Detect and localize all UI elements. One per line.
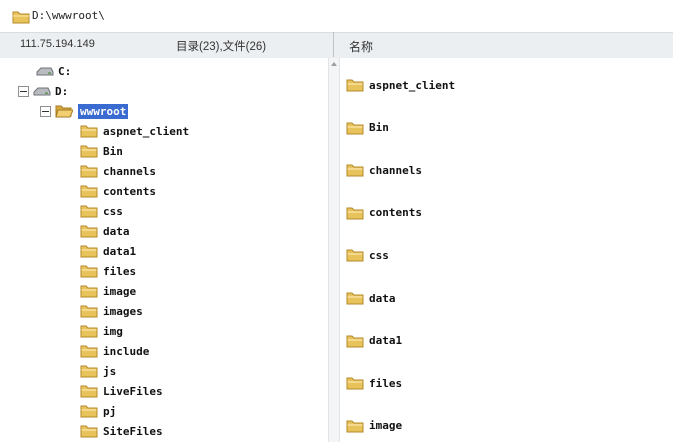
list-item[interactable]: image [346, 417, 402, 435]
tree-item-drive-c[interactable]: C: [36, 62, 71, 80]
list-item[interactable]: Bin [346, 119, 389, 137]
list-item-label: aspnet_client [369, 78, 456, 92]
list-item-label: files [369, 376, 403, 390]
tree-item-wwwroot[interactable]: wwwroot [40, 102, 129, 120]
list-item[interactable]: css [346, 246, 389, 264]
tree-item-label: image [103, 284, 137, 298]
tree-scrollbar[interactable] [328, 58, 340, 442]
folder-icon [80, 265, 98, 278]
folder-icon [346, 292, 364, 305]
folder-icon [80, 185, 98, 198]
list-item-label: contents [369, 206, 422, 220]
tree-item-folder[interactable]: files [80, 262, 136, 280]
folder-icon [80, 385, 98, 398]
list-item[interactable]: data [346, 289, 396, 307]
tree-item-folder[interactable]: Bin [80, 142, 123, 160]
current-path: D:\wwwroot\ [32, 9, 105, 22]
tree-item-folder[interactable]: image [80, 282, 136, 300]
folder-icon [80, 165, 98, 178]
list-item-label: css [369, 248, 389, 262]
collapse-toggle-icon[interactable] [40, 105, 51, 117]
folder-icon [346, 420, 364, 433]
tree-item-folder[interactable]: channels [80, 162, 156, 180]
collapse-toggle-icon[interactable] [18, 85, 29, 97]
tree-item-label: C: [58, 64, 72, 78]
folder-icon [80, 145, 98, 158]
tree-item-label: images [103, 304, 143, 318]
folder-icon [12, 11, 30, 24]
tree-item-label: Bin [103, 144, 123, 158]
tree-item-label: contents [103, 184, 156, 198]
tree-item-label: D: [55, 84, 69, 98]
folder-icon [346, 335, 364, 348]
list-item[interactable]: data1 [346, 332, 402, 350]
tree-item-folder[interactable]: SiteFiles [80, 422, 163, 440]
scroll-up-icon[interactable] [331, 62, 337, 66]
tree-item-folder[interactable]: include [80, 342, 149, 360]
list-item-label: channels [369, 163, 422, 177]
path-bar: D:\wwwroot\ [0, 0, 673, 32]
list-item[interactable]: channels [346, 161, 422, 179]
tree-item-label: img [103, 324, 123, 338]
file-list: aspnet_client Bin channels contents css data d… [340, 58, 673, 442]
folder-icon [346, 377, 364, 390]
list-item-label: data [369, 291, 396, 305]
list-item[interactable]: files [346, 374, 402, 392]
tree-item-label: js [103, 364, 117, 378]
tree-item-label: css [103, 204, 123, 218]
tree-item-folder[interactable]: LiveFiles [80, 382, 163, 400]
folder-tree: C: D: wwwroot aspnet_client Bin channels co… [0, 58, 328, 442]
tree-item-folder[interactable]: js [80, 362, 116, 380]
tree-item-label: pj [103, 404, 117, 418]
folder-icon [80, 125, 98, 138]
folder-icon [80, 425, 98, 438]
tree-item-label: data1 [103, 244, 137, 258]
tree-item-label: SiteFiles [103, 424, 163, 438]
tree-item-folder[interactable]: css [80, 202, 123, 220]
drive-icon [33, 87, 51, 96]
folder-icon [80, 285, 98, 298]
tree-item-drive-d[interactable]: D: [18, 82, 68, 100]
list-item[interactable]: aspnet_client [346, 76, 455, 94]
folder-icon [80, 245, 98, 258]
folder-icon [346, 164, 364, 177]
tree-item-label: channels [103, 164, 156, 178]
folder-icon [80, 345, 98, 358]
list-item-label: data1 [369, 334, 403, 348]
folder-icon [80, 365, 98, 378]
info-bar: 111.75.194.149 目录(23),文件(26) 名称 [0, 32, 673, 59]
list-item-label: image [369, 419, 403, 433]
tree-item-label: aspnet_client [103, 124, 190, 138]
tree-item-folder[interactable]: pj [80, 402, 116, 420]
tree-item-folder[interactable]: data1 [80, 242, 136, 260]
drive-icon [36, 67, 54, 76]
tree-item-folder[interactable]: images [80, 302, 143, 320]
folder-icon [80, 305, 98, 318]
column-divider[interactable] [333, 32, 334, 57]
folder-icon [80, 405, 98, 418]
tree-item-label-selected: wwwroot [78, 103, 129, 119]
folder-icon [346, 79, 364, 92]
tree-item-label: files [103, 264, 137, 278]
folder-icon [80, 325, 98, 338]
item-counts: 目录(23),文件(26) [176, 41, 267, 53]
tree-item-folder[interactable]: data [80, 222, 130, 240]
folder-icon [346, 207, 364, 220]
folder-icon [80, 205, 98, 218]
server-ip: 111.75.194.149 [20, 38, 95, 50]
folder-icon [80, 225, 98, 238]
tree-item-label: include [103, 344, 150, 358]
tree-item-folder[interactable]: contents [80, 182, 156, 200]
tree-item-folder[interactable]: img [80, 322, 123, 340]
folder-icon [346, 249, 364, 262]
list-item-label: Bin [369, 121, 389, 135]
column-header-name[interactable]: 名称 [349, 38, 373, 55]
open-folder-icon [55, 105, 73, 118]
list-item[interactable]: contents [346, 204, 422, 222]
tree-item-folder[interactable]: aspnet_client [80, 122, 189, 140]
folder-icon [346, 122, 364, 135]
tree-item-label: data [103, 224, 130, 238]
tree-item-label: LiveFiles [103, 384, 163, 398]
